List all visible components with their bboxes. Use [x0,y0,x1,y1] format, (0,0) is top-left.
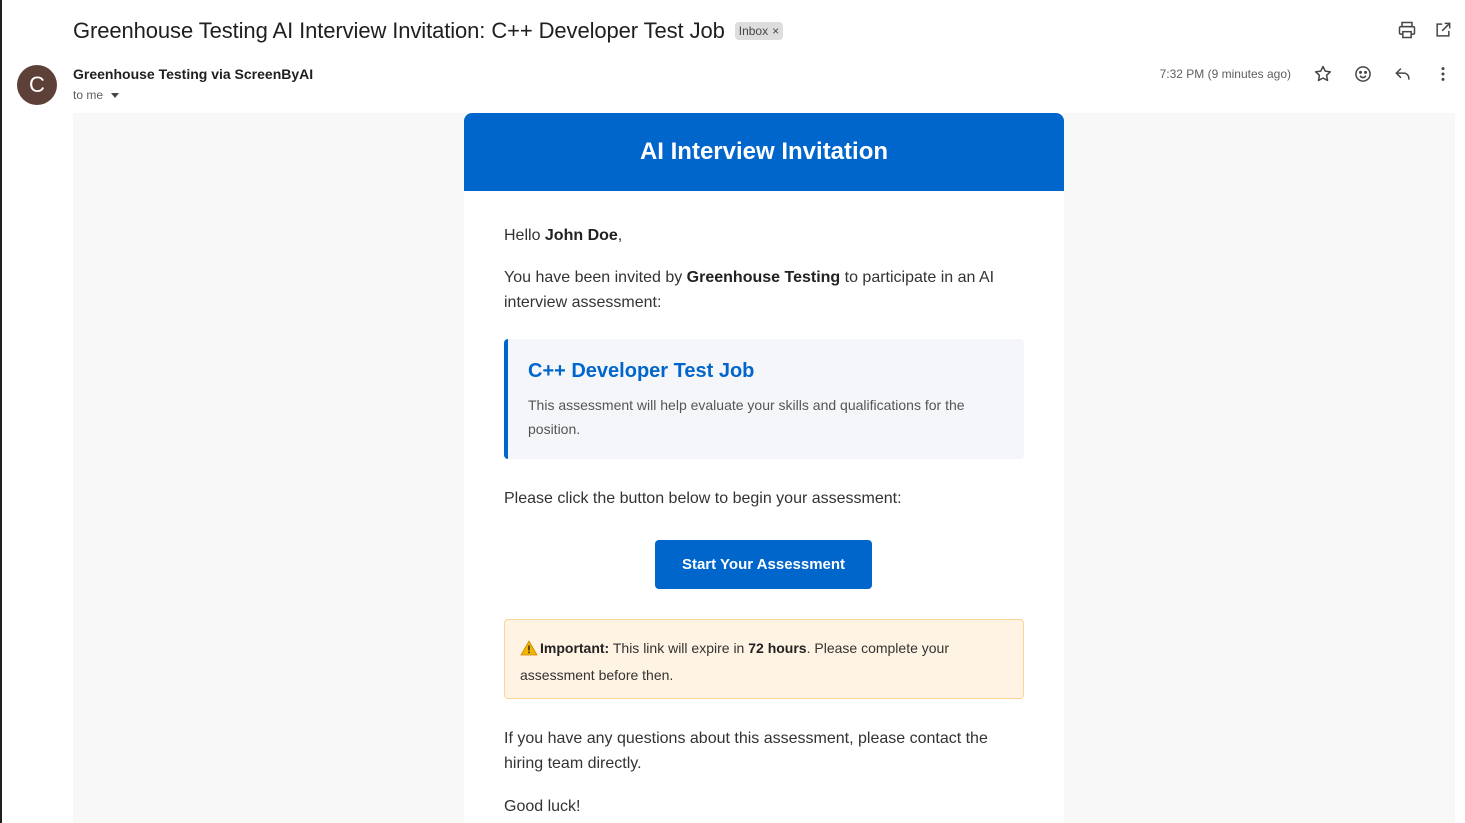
greeting-prefix: Hello [504,227,545,244]
sender-name[interactable]: Greenhouse Testing via ScreenByAI [73,66,313,82]
emoji-reaction-icon[interactable] [1353,64,1373,84]
inbox-label-text: Inbox [738,24,769,38]
top-actions [1397,20,1453,40]
recipient-name: John Doe [544,227,618,244]
greeting: Hello John Doe, [504,223,622,248]
subject-row: Greenhouse Testing AI Interview Invitati… [73,16,784,46]
email-subject: Greenhouse Testing AI Interview Invitati… [73,18,725,43]
company-name: Greenhouse Testing [686,269,841,286]
more-vert-icon[interactable] [1433,64,1453,84]
email-header-title: AI Interview Invitation [639,138,889,165]
star-icon[interactable] [1313,64,1333,84]
window-edge [0,0,2,823]
message-meta: 7:32 PM (9 minutes ago) [1160,64,1453,84]
timestamp: 7:32 PM (9 minutes ago) [1159,67,1291,81]
reply-icon[interactable] [1393,64,1413,84]
avatar[interactable]: C [17,65,57,105]
email-header-banner: AI Interview Invitation [464,113,1064,191]
invite-paragraph: You have been invited by Greenhouse Test… [504,265,1024,315]
instruction-text: Please click the button below to begin y… [504,490,902,507]
closing-text: Good luck! [504,798,581,815]
inbox-label-chip[interactable]: Inbox × [734,22,784,40]
job-title: C++ Developer Test Job [528,360,755,382]
job-card: C++ Developer Test Job This assessment w… [504,339,1024,459]
remove-label-button[interactable]: × [772,24,779,38]
notice-text-before: This link will expire in [609,640,749,656]
warning-icon [520,639,538,663]
greeting-suffix: , [617,227,623,244]
email-card: AI Interview Invitation Hello John Doe, … [464,113,1064,823]
recipient-details-toggle[interactable]: to me [73,88,120,102]
chevron-down-icon [111,93,120,98]
notice-label: Important: [540,640,610,656]
expiry-notice: Important: This link will expire in 72 h… [504,619,1024,699]
recipient-text: to me [73,88,104,102]
invite-prefix: You have been invited by [504,269,687,286]
questions-paragraph: If you have any questions about this ass… [504,730,988,772]
job-description: This assessment will help evaluate your … [528,397,965,437]
notice-duration: 72 hours [748,640,807,656]
open-in-new-window-icon[interactable] [1433,20,1453,40]
start-assessment-button[interactable]: Start Your Assessment [655,540,872,589]
print-icon[interactable] [1397,20,1417,40]
